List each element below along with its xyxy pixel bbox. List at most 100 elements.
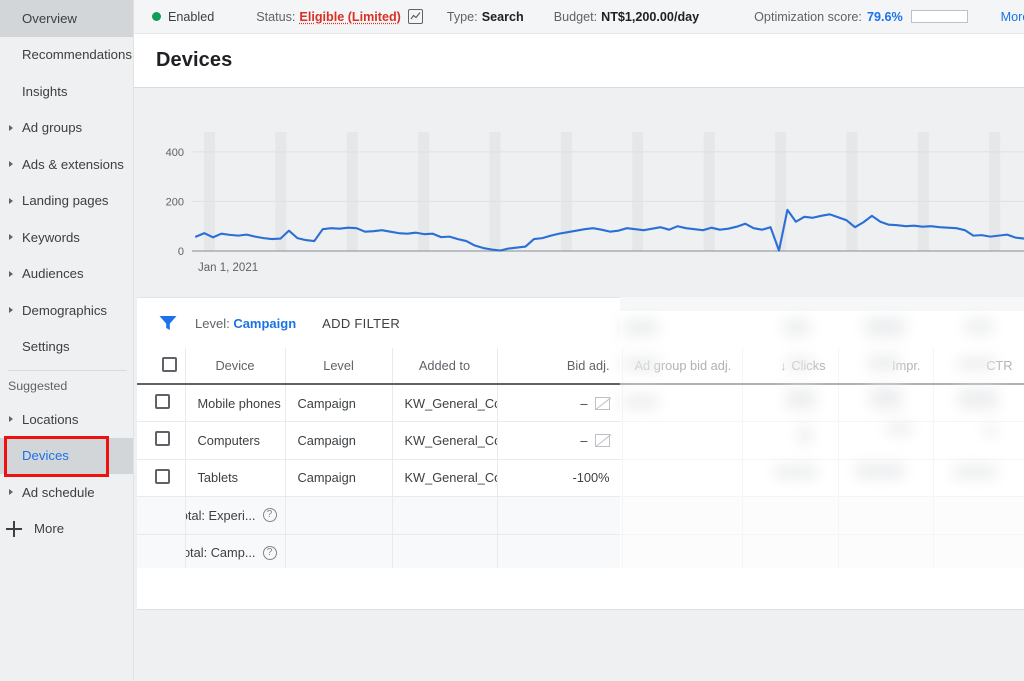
- total-label-text: Total: Camp...: [185, 545, 256, 561]
- sidebar-item-recommendations[interactable]: Recommendations: [0, 37, 133, 74]
- campaign-type-field: Type: Search: [447, 10, 524, 24]
- add-filter-button[interactable]: ADD FILTER: [322, 316, 400, 331]
- campaign-status-bar: Enabled Status: Eligible (Limited) Type:…: [134, 0, 1024, 34]
- filter-chip-level[interactable]: Level: Campaign: [195, 316, 296, 331]
- cell-level: Campaign: [285, 421, 393, 460]
- sidebar-item-keywords[interactable]: Keywords: [0, 219, 133, 256]
- status-dot-icon: [152, 12, 161, 21]
- cell-device: Computers: [185, 421, 286, 460]
- sidebar-item-ads-extensions[interactable]: Ads & extensions: [0, 146, 133, 183]
- cell-total-bid: [497, 534, 623, 572]
- table-header-ctr[interactable]: CTR: [933, 348, 1024, 385]
- chart-mini-icon[interactable]: [407, 9, 423, 24]
- svg-text:400: 400: [166, 147, 184, 159]
- table-header-select-all[interactable]: [137, 348, 186, 385]
- cell-device: Mobile phones: [185, 384, 286, 422]
- plus-icon: [6, 520, 22, 537]
- page-title: Devices: [156, 49, 233, 71]
- clicks-line-chart[interactable]: 0 200 400 Jan 1, 2021: [134, 88, 1024, 296]
- cell-clicks: [742, 421, 839, 460]
- table-header-impr[interactable]: Impr.: [838, 348, 934, 385]
- more-details-button[interactable]: More details: [1001, 10, 1024, 24]
- sidebar-item-ad-groups[interactable]: Ad groups: [0, 110, 133, 147]
- type-value: Search: [481, 9, 524, 24]
- sidebar-item-overview[interactable]: Overview: [0, 0, 133, 37]
- cell-total-ag-bid: [622, 534, 743, 572]
- cell-bid-adj[interactable]: –: [497, 421, 623, 460]
- sidebar-item-more[interactable]: More: [0, 511, 133, 547]
- sidebar-item-ad-schedule[interactable]: Ad schedule: [0, 474, 133, 511]
- cell-total-ag-bid: [622, 496, 743, 535]
- optimization-score-value: 79.6%: [866, 9, 903, 24]
- devices-table-panel: Level: Campaign ADD FILTER Device Level …: [137, 297, 1024, 580]
- row-select-cell[interactable]: [137, 459, 186, 497]
- cell-total-level: [285, 496, 393, 535]
- cell-bid-adj[interactable]: -100%: [497, 459, 623, 497]
- no-edit-icon: [594, 396, 610, 410]
- table-row[interactable]: Mobile phonesCampaignKW_General_Conan –: [137, 384, 1024, 422]
- cell-level: Campaign: [285, 459, 393, 497]
- table-row[interactable]: TabletsCampaignKW_General_Conan -100%: [137, 459, 1024, 497]
- table-header-ad-group-bid-adj[interactable]: Ad group bid adj.: [622, 348, 743, 385]
- row-select-cell[interactable]: [137, 421, 186, 460]
- filter-funnel-icon[interactable]: [159, 315, 177, 331]
- row-select-cell[interactable]: [137, 384, 186, 422]
- cell-total-bid: [497, 496, 623, 535]
- cell-total-clicks: [742, 496, 839, 535]
- row-checkbox[interactable]: [155, 468, 170, 484]
- table-row[interactable]: ComputersCampaignKW_General_Conan –: [137, 421, 1024, 460]
- cell-total-label: Total: Experi...?: [185, 496, 286, 535]
- sidebar-item-audiences[interactable]: Audiences: [0, 256, 133, 293]
- filter-chip-value: Campaign: [233, 315, 297, 331]
- table-header-clicks[interactable]: ↓ Clicks: [742, 348, 839, 385]
- row-checkbox[interactable]: [155, 431, 170, 447]
- google-ads-devices-page: Overview Recommendations Insights Ad groups…: [0, 0, 1024, 681]
- sidebar-item-demographics[interactable]: Demographics: [0, 292, 133, 329]
- bid-adj-value: -100%: [572, 470, 610, 486]
- sort-descending-icon: ↓: [780, 359, 787, 373]
- optimization-score-field: Optimization score: 79.6%: [754, 10, 968, 24]
- cell-clicks: [742, 384, 839, 422]
- bid-adj-value: –: [580, 395, 588, 411]
- svg-text:200: 200: [166, 196, 184, 208]
- sidebar-item-insights[interactable]: Insights: [0, 73, 133, 110]
- cell-total-impr: [838, 534, 934, 572]
- table-header-added-to[interactable]: Added to: [392, 348, 498, 385]
- table-header-device[interactable]: Device: [185, 348, 286, 385]
- cell-device: Tablets: [185, 459, 286, 497]
- help-icon[interactable]: ?: [262, 508, 277, 523]
- cell-ctr: [933, 459, 1024, 497]
- cell-bid-adj[interactable]: –: [497, 384, 623, 422]
- row-checkbox[interactable]: [155, 394, 170, 409]
- cell-total-ctr: [933, 534, 1024, 572]
- cell-impr: [838, 384, 934, 422]
- svg-text:0: 0: [178, 246, 184, 258]
- expand-caret-icon: [9, 270, 13, 277]
- cell-impr: [838, 421, 934, 460]
- cell-total-label: Total: Camp...?: [185, 534, 286, 572]
- expand-caret-icon: [9, 307, 13, 314]
- page-header: Devices: [134, 34, 1024, 88]
- table-header-bid-adj[interactable]: Bid adj.: [497, 348, 623, 385]
- sidebar-item-label: Landing pages: [22, 193, 109, 209]
- bid-adj-value: –: [580, 432, 588, 448]
- sidebar-item-settings[interactable]: Settings: [0, 329, 133, 366]
- cell-added-to: KW_General_Conan: [392, 384, 498, 422]
- status-value: Eligible (Limited): [299, 9, 401, 24]
- total-row-spacer: [137, 496, 186, 535]
- cell-added-to: KW_General_Conan: [392, 421, 498, 460]
- sidebar-item-locations[interactable]: Locations: [0, 401, 133, 438]
- expand-caret-icon: [9, 489, 13, 496]
- sidebar-item-label: Devices: [22, 448, 69, 464]
- select-all-checkbox[interactable]: [162, 356, 178, 372]
- sidebar-item-devices[interactable]: Devices: [0, 437, 133, 474]
- cell-ad-group-bid-adj: [622, 459, 743, 497]
- budget-label: Budget:: [553, 9, 598, 24]
- cell-ctr: [933, 421, 1024, 460]
- sidebar-item-landing-pages[interactable]: Landing pages: [0, 183, 133, 220]
- table-header-level[interactable]: Level: [285, 348, 393, 385]
- enabled-label: Enabled: [168, 9, 215, 24]
- sidebar-item-label: Ad groups: [22, 120, 83, 136]
- sidebar-item-label: Recommendations: [22, 47, 132, 63]
- help-icon[interactable]: ?: [262, 545, 277, 560]
